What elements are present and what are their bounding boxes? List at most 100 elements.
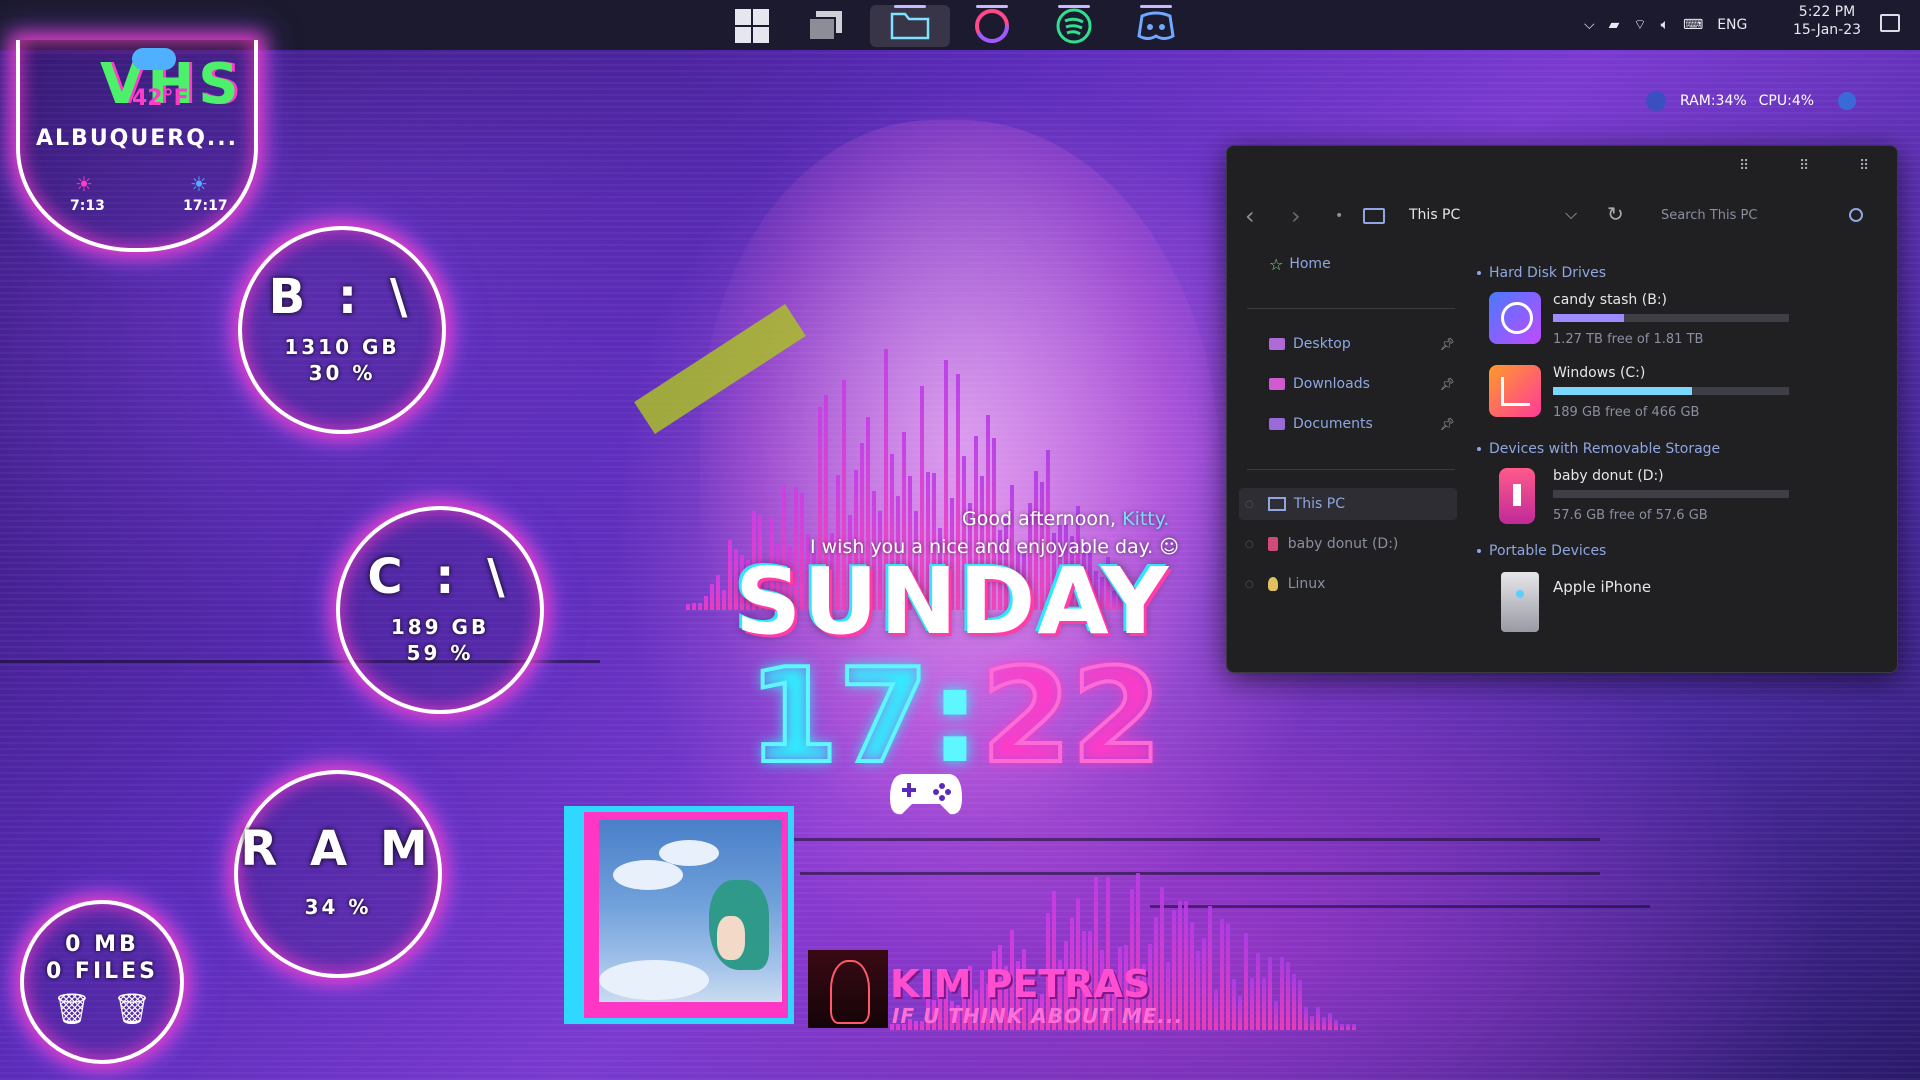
pin-icon[interactable]: 📌︎ (1440, 377, 1455, 391)
search-icon[interactable] (1849, 208, 1863, 222)
expand-dot-icon[interactable]: ○ (1245, 539, 1254, 550)
sidebar-item-documents[interactable]: Documents 📌︎ (1269, 408, 1455, 440)
close-button[interactable]: ⠿ (1859, 158, 1869, 174)
drive-item-d[interactable]: baby donut (D:) 57.6 GB free of 57.6 GB (1489, 468, 1809, 532)
tray-time: 5:22 PM (1798, 4, 1856, 20)
sidebar-item-this-pc[interactable]: ○ This PC (1239, 488, 1457, 520)
drive-c-label: C : \ (367, 549, 513, 605)
keyboard-icon[interactable]: ⌨ (1683, 17, 1703, 33)
drive-item-c[interactable]: Windows (C:) 189 GB free of 466 GB (1489, 365, 1809, 429)
visualizer-bar (710, 584, 714, 610)
file-explorer-icon[interactable] (870, 5, 950, 47)
recycle-size: 0 MB (65, 931, 139, 957)
album-art-frame[interactable] (564, 806, 794, 1024)
clock-minutes: 22 (979, 638, 1164, 794)
minimize-button[interactable]: ⠿ (1739, 158, 1749, 174)
monitor-icon (1267, 497, 1286, 511)
track-title: IF U THINK ABOUT ME... (892, 1004, 1184, 1028)
visualizer-bar (686, 604, 690, 610)
section-header-hdd[interactable]: Hard Disk Drives (1477, 262, 1606, 281)
portable-item-iphone[interactable]: Apple iPhone (1489, 566, 1809, 636)
greeting-line-1: Good afternoon, Kitty. (962, 508, 1169, 530)
chevron-up-icon[interactable]: ⌵ (1584, 17, 1595, 33)
visualizer-bar (1196, 951, 1200, 1030)
glitch-streak (750, 838, 1600, 841)
visualizer-bar (1244, 933, 1248, 1030)
active-indicator (976, 5, 1008, 8)
section-title: Devices with Removable Storage (1489, 441, 1721, 457)
sidebar-label: Downloads (1293, 376, 1370, 392)
expand-dot-icon[interactable]: ○ (1245, 579, 1254, 590)
drive-item-b[interactable]: candy stash (B:) 1.27 TB free of 1.81 TB (1489, 292, 1809, 356)
chevron-down-icon[interactable]: ⌵ (1565, 204, 1577, 224)
sunset-icon: ☀ (190, 172, 208, 196)
discord-icon[interactable] (1126, 5, 1186, 47)
volume-icon[interactable]: 🔈︎ (1661, 17, 1669, 33)
sidebar-divider (1247, 469, 1455, 470)
visualizer-bar (1334, 1020, 1338, 1030)
forward-arrow-icon[interactable]: › (1291, 202, 1301, 230)
recycle-empty-icon[interactable]: 🗑︎ (53, 992, 91, 1027)
drive-b-icon (1489, 292, 1541, 344)
drive-usage-bar (1553, 490, 1789, 498)
sidebar-item-baby-donut[interactable]: ○ baby donut (D:) (1239, 528, 1398, 560)
wifi-icon[interactable]: ⌔ (1633, 16, 1646, 34)
language-indicator[interactable]: ENG (1717, 17, 1747, 33)
visualizer-bar (1232, 978, 1236, 1030)
drive-c-percent: 59 % (406, 641, 474, 665)
recycle-bin-widget[interactable]: 0 MB 0 FILES 🗑︎ 🗑︎ (20, 900, 184, 1064)
weather-widget[interactable]: VHS 42°F ALBUQUERQ... ☀ 7:13 ☀ 17:17 (16, 40, 258, 252)
sidebar-label: Desktop (1293, 336, 1351, 352)
visualizer-bar (1250, 978, 1254, 1030)
sidebar-item-linux[interactable]: ○ Linux (1239, 568, 1325, 600)
recycle-open-icon[interactable]: 🗑︎ (113, 992, 151, 1027)
arrow-right-icon[interactable] (1838, 92, 1857, 110)
spotify-icon[interactable] (1044, 5, 1104, 47)
clock-tray[interactable]: 5:22 PM 15-Jan-23 (1792, 4, 1862, 38)
drive-name: baby donut (D:) (1553, 468, 1664, 484)
day-of-week: SUNDAY (735, 548, 1171, 655)
active-indicator (894, 5, 926, 8)
sidebar-item-desktop[interactable]: Desktop 📌︎ (1269, 328, 1455, 360)
visualizer-bar (698, 602, 702, 610)
drive-usage-fill (1553, 314, 1624, 322)
sidebar-label: Documents (1293, 416, 1373, 432)
expand-dot-icon[interactable]: ○ (1245, 499, 1254, 510)
visualizer-bar (704, 595, 708, 610)
cortana-icon[interactable] (962, 5, 1022, 47)
album-cover (599, 820, 782, 1002)
refresh-icon[interactable]: ↻ (1607, 202, 1624, 226)
search-input[interactable]: Search This PC (1661, 208, 1757, 223)
drive-b-widget[interactable]: B : \ 1310 GB 30 % (238, 226, 446, 434)
maximize-button[interactable]: ⠿ (1799, 158, 1809, 174)
drive-name: candy stash (B:) (1553, 292, 1667, 308)
section-title: Portable Devices (1489, 543, 1607, 559)
address-location[interactable]: This PC (1409, 207, 1460, 223)
notification-icon[interactable] (1880, 14, 1900, 32)
windows-start-icon[interactable] (722, 5, 782, 47)
sidebar-item-downloads[interactable]: Downloads 📌︎ (1269, 368, 1455, 400)
pin-icon[interactable]: 📌︎ (1440, 417, 1455, 431)
task-view-icon[interactable] (796, 5, 856, 47)
drive-free-text: 57.6 GB free of 57.6 GB (1553, 508, 1708, 523)
system-stats: RAM:34% CPU:4% (1646, 86, 1916, 116)
sidebar-item-home[interactable]: ☆ Home (1269, 248, 1331, 280)
visualizer-bar (1352, 1024, 1356, 1030)
drive-c-widget[interactable]: C : \ 189 GB 59 % (336, 506, 544, 714)
sunset-time: 17:17 (183, 198, 228, 214)
gamepad-icon[interactable] (888, 770, 964, 818)
back-arrow-icon[interactable]: ‹ (1245, 202, 1255, 230)
ram-widget[interactable]: R A M 34 % (234, 770, 442, 978)
visualizer-bar (1208, 905, 1212, 1030)
active-indicator (1140, 5, 1172, 8)
drive-usage-bar (1553, 314, 1789, 322)
cloud-shape (599, 960, 709, 1000)
battery-folder-icon[interactable]: ▰ (1609, 17, 1620, 33)
section-header-portable[interactable]: Portable Devices (1477, 540, 1606, 559)
pin-icon[interactable]: 📌︎ (1440, 337, 1455, 351)
rocket-icon[interactable] (1646, 91, 1666, 111)
section-header-removable[interactable]: Devices with Removable Storage (1477, 438, 1720, 457)
visualizer-bar (1220, 919, 1224, 1030)
up-dot-icon[interactable]: • (1335, 208, 1343, 224)
visualizer-bar (1214, 989, 1218, 1030)
